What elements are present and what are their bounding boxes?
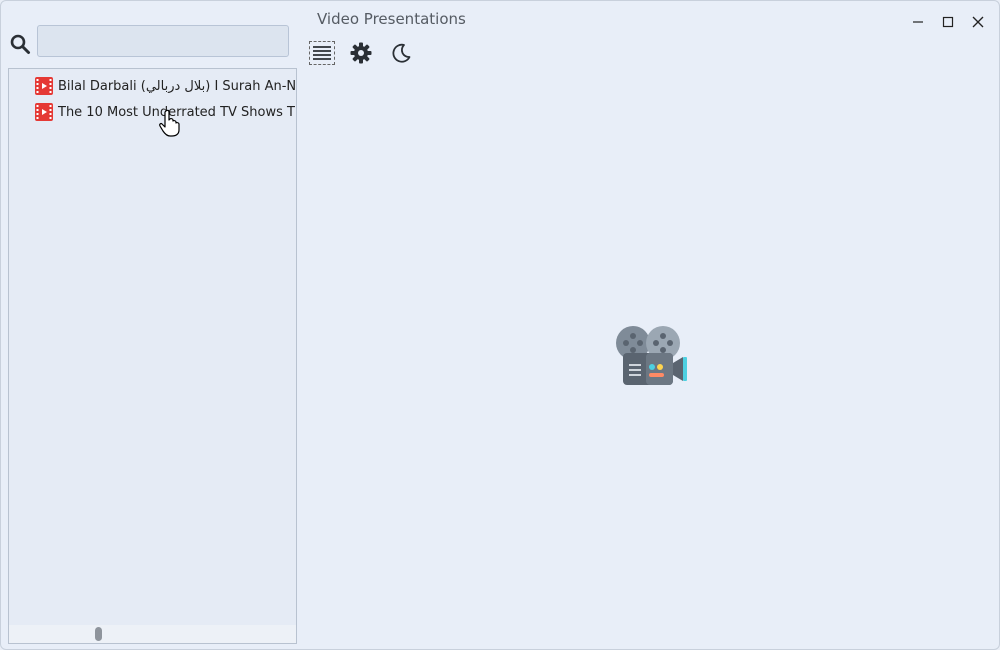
search-input[interactable]: [37, 25, 289, 57]
dark-mode-button[interactable]: [387, 39, 415, 67]
maximize-button[interactable]: [937, 11, 959, 33]
minimize-icon: [913, 21, 923, 23]
film-projector-icon: [616, 326, 687, 385]
menu-icon: [313, 46, 331, 60]
search-icon: [10, 34, 30, 54]
video-file-icon: [35, 77, 53, 95]
list-item[interactable]: Bilal Darbali (بلال دربالي) I Surah An-N…: [35, 76, 297, 96]
app-window: Video Presentations Bilal Darbali (بلال …: [0, 0, 1000, 650]
window-controls: [907, 11, 989, 33]
minimize-button[interactable]: [907, 11, 929, 33]
window-title: Video Presentations: [317, 10, 466, 28]
scrollbar-thumb[interactable]: [95, 627, 102, 641]
close-button[interactable]: [967, 11, 989, 33]
hand-cursor-icon: [159, 109, 180, 137]
gear-icon: [350, 42, 372, 64]
horizontal-scrollbar[interactable]: [9, 625, 296, 643]
video-list[interactable]: Bilal Darbali (بلال دربالي) I Surah An-N…: [8, 68, 297, 644]
menu-button[interactable]: [309, 41, 335, 65]
toolbar: [309, 39, 415, 67]
settings-button[interactable]: [347, 39, 375, 67]
list-item-label: Bilal Darbali (بلال دربالي) I Surah An-N…: [58, 78, 297, 94]
maximize-icon: [942, 16, 954, 28]
moon-icon: [392, 43, 411, 63]
video-file-icon: [35, 103, 53, 121]
close-icon: [972, 16, 984, 28]
